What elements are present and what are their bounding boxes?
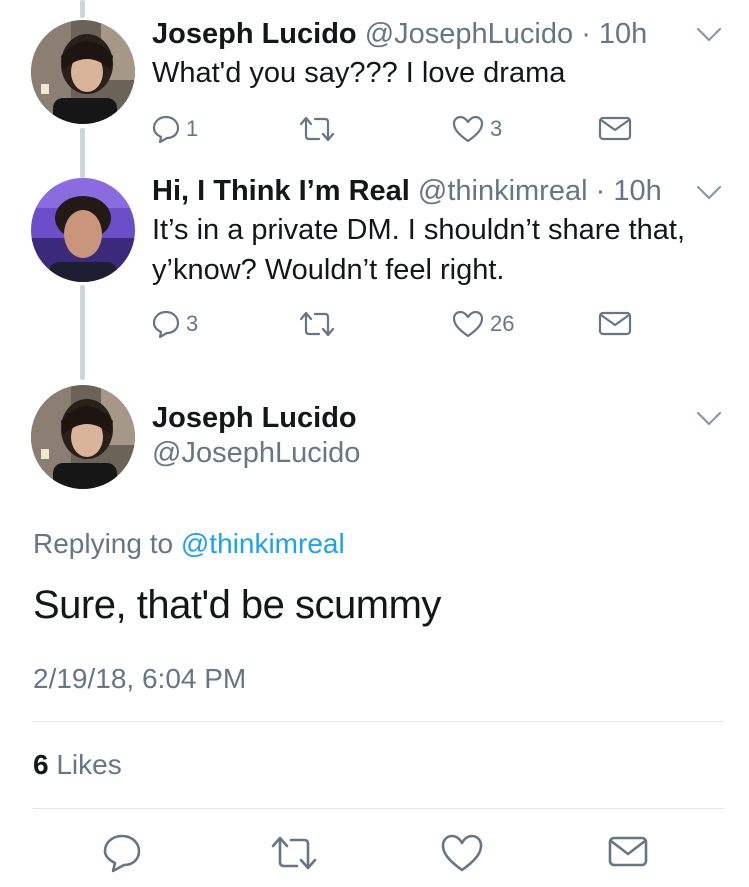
reply-button[interactable]: 3 <box>152 309 198 339</box>
thread-line <box>80 128 85 178</box>
handle[interactable]: @JosephLucido <box>365 18 573 50</box>
like-icon <box>452 310 484 338</box>
chevron-down-icon[interactable] <box>695 410 723 428</box>
like-icon[interactable] <box>440 832 484 874</box>
divider <box>33 808 724 809</box>
like-icon <box>452 115 484 143</box>
avatar[interactable] <box>31 385 135 489</box>
display-name[interactable]: Joseph Lucido <box>152 18 357 50</box>
tweet-text: What'd you say??? I love drama <box>152 57 566 89</box>
retweet-button[interactable] <box>297 309 337 339</box>
display-name[interactable]: Hi, I Think I’m Real <box>152 175 410 207</box>
handle[interactable]: @JosephLucido <box>152 437 360 470</box>
likes-label: Likes <box>56 749 122 780</box>
likes-summary[interactable]: 6 Likes <box>33 749 122 781</box>
reply-button[interactable]: 1 <box>152 114 198 144</box>
like-button[interactable]: 3 <box>452 114 502 144</box>
handle[interactable]: @thinkimreal <box>418 175 588 207</box>
tweet-timestamp: 2/19/18, 6:04 PM <box>33 663 247 694</box>
reply-icon[interactable] <box>102 832 142 874</box>
like-count: 26 <box>490 311 515 336</box>
tweet-header: Hi, I Think I’m Real @thinkimreal · 10h <box>152 175 662 208</box>
tweet-actions: 1 3 <box>152 114 652 148</box>
like-count: 3 <box>490 116 503 141</box>
avatar[interactable] <box>31 178 135 282</box>
timestamp[interactable]: · 10h <box>581 18 647 50</box>
thread-line <box>80 285 85 380</box>
reply-icon <box>152 115 180 144</box>
thread-line <box>80 0 85 18</box>
reply-icon <box>152 310 180 339</box>
direct-message-button[interactable] <box>598 114 632 142</box>
direct-message-button[interactable] <box>598 309 632 337</box>
direct-message-icon <box>598 311 632 336</box>
retweet-icon[interactable] <box>268 832 320 874</box>
reply-count: 1 <box>186 116 199 141</box>
reply-count: 3 <box>186 311 199 336</box>
like-button[interactable]: 26 <box>452 309 514 339</box>
direct-message-icon[interactable] <box>607 832 649 870</box>
chevron-down-icon[interactable] <box>695 26 723 44</box>
display-name[interactable]: Joseph Lucido <box>152 402 357 435</box>
divider <box>33 721 724 722</box>
retweet-icon <box>299 311 335 337</box>
chevron-down-icon[interactable] <box>695 184 723 202</box>
tweet-text: It’s in a private DM. I shouldn’t share … <box>152 214 686 286</box>
tweet-header: Joseph Lucido @JosephLucido · 10h <box>152 18 647 51</box>
timestamp[interactable]: · 10h <box>596 175 662 207</box>
tweet-text: Sure, that'd be scummy <box>33 583 441 627</box>
replying-prefix: Replying to <box>33 528 174 559</box>
direct-message-icon <box>598 116 632 141</box>
retweet-icon <box>299 116 335 142</box>
focus-actions <box>0 832 749 876</box>
replying-to: Replying to @thinkimreal <box>33 528 345 560</box>
replying-to-link[interactable]: @thinkimreal <box>181 528 345 559</box>
retweet-button[interactable] <box>297 114 337 144</box>
avatar[interactable] <box>31 20 135 124</box>
likes-count: 6 <box>33 749 49 780</box>
tweet-actions: 3 26 <box>152 309 652 343</box>
